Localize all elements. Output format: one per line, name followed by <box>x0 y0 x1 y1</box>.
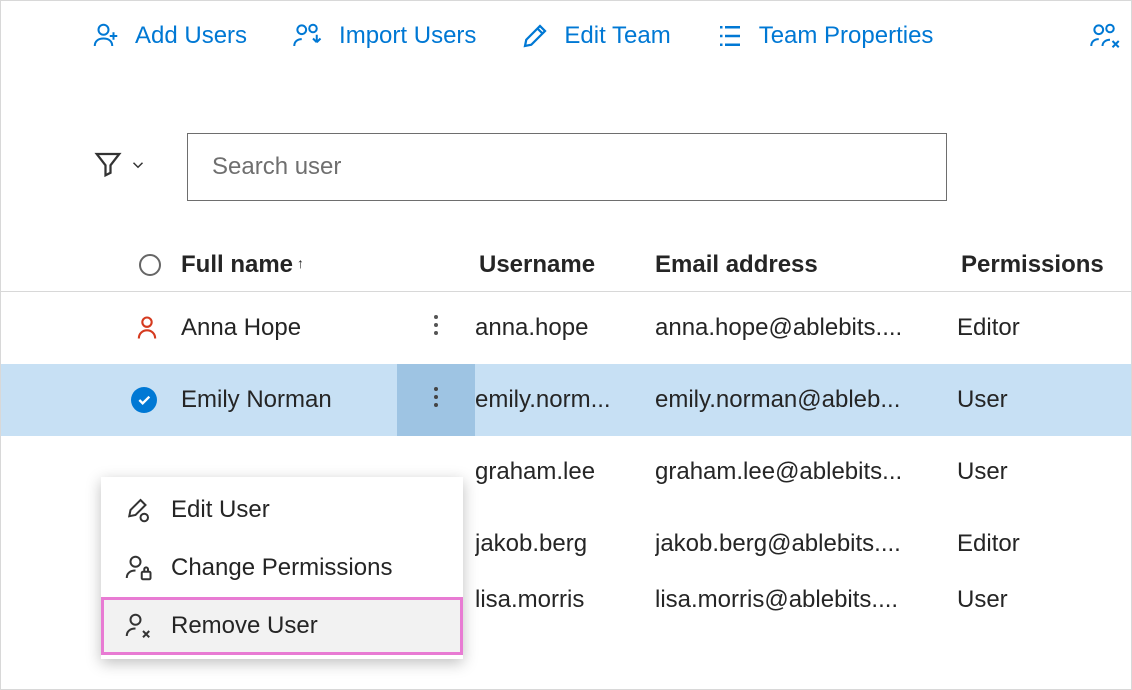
list-properties-icon <box>715 21 745 51</box>
filter-button[interactable] <box>93 149 147 186</box>
menu-item-change-permissions[interactable]: Change Permissions <box>101 539 463 597</box>
row-select-cell[interactable] <box>1 314 181 342</box>
permissions-cell: User <box>957 386 1131 414</box>
username-cell: anna.hope <box>475 314 655 342</box>
team-properties-label: Team Properties <box>759 22 934 50</box>
funnel-icon <box>93 149 123 186</box>
edit-user-icon <box>123 495 153 525</box>
add-users-label: Add Users <box>135 22 247 50</box>
full-name-cell: Anna Hope <box>181 314 397 342</box>
email-cell: graham.lee@ablebits... <box>655 458 957 486</box>
chevron-down-icon <box>129 153 147 181</box>
toolbar: Add Users Import Users Edit Team <box>1 1 1131 71</box>
more-vertical-icon <box>433 385 439 416</box>
menu-item-remove-user[interactable]: Remove User <box>101 597 463 655</box>
column-header-email[interactable]: Email address <box>655 251 961 279</box>
menu-item-label: Change Permissions <box>171 554 392 582</box>
row-context-menu: Edit User Change Permissions Remove User <box>101 477 463 659</box>
people-remove-icon <box>1087 21 1123 51</box>
row-actions-button[interactable] <box>397 364 475 436</box>
email-cell: lisa.morris@ablebits.... <box>655 586 957 614</box>
person-icon <box>133 314 161 342</box>
username-cell: lisa.morris <box>475 586 655 614</box>
full-name-cell: Emily Norman <box>181 386 397 414</box>
person-remove-icon <box>123 611 153 641</box>
table-row[interactable]: Anna Hope anna.hope anna.hope@ablebits..… <box>1 292 1131 364</box>
username-cell: graham.lee <box>475 458 655 486</box>
email-cell: jakob.berg@ablebits.... <box>655 530 957 558</box>
permissions-cell: User <box>957 458 1131 486</box>
team-remove-button[interactable] <box>1087 21 1131 51</box>
checked-circle-icon <box>131 387 157 413</box>
person-lock-icon <box>123 553 153 583</box>
filter-row <box>1 71 1131 201</box>
edit-team-button[interactable]: Edit Team <box>520 21 670 51</box>
menu-item-edit-user[interactable]: Edit User <box>101 481 463 539</box>
more-vertical-icon <box>433 313 439 344</box>
edit-team-label: Edit Team <box>564 22 670 50</box>
select-all-radio[interactable] <box>139 254 161 276</box>
column-header-username[interactable]: Username <box>479 251 655 279</box>
sort-asc-icon: ↑ <box>297 256 304 270</box>
pencil-icon <box>520 21 550 51</box>
email-cell: emily.norman@ableb... <box>655 386 957 414</box>
email-cell: anna.hope@ablebits.... <box>655 314 957 342</box>
people-import-icon <box>291 21 325 51</box>
person-plus-icon <box>91 21 121 51</box>
menu-item-label: Edit User <box>171 496 270 524</box>
team-properties-button[interactable]: Team Properties <box>715 21 934 51</box>
table-row[interactable]: Emily Norman emily.norm... emily.norman@… <box>1 364 1131 436</box>
permissions-cell: Editor <box>957 314 1131 342</box>
search-input[interactable] <box>187 133 947 201</box>
row-select-cell[interactable] <box>1 387 181 413</box>
username-cell: jakob.berg <box>475 530 655 558</box>
column-header-full-name[interactable]: Full name ↑ <box>181 251 479 279</box>
table-header: Full name ↑ Username Email address Permi… <box>1 201 1131 292</box>
menu-item-label: Remove User <box>171 612 318 640</box>
import-users-label: Import Users <box>339 22 476 50</box>
add-users-button[interactable]: Add Users <box>91 21 247 51</box>
row-actions-button[interactable] <box>397 292 475 364</box>
username-cell: emily.norm... <box>475 386 655 414</box>
permissions-cell: User <box>957 586 1131 614</box>
permissions-cell: Editor <box>957 530 1131 558</box>
import-users-button[interactable]: Import Users <box>291 21 476 51</box>
column-header-permissions[interactable]: Permissions <box>961 251 1131 279</box>
